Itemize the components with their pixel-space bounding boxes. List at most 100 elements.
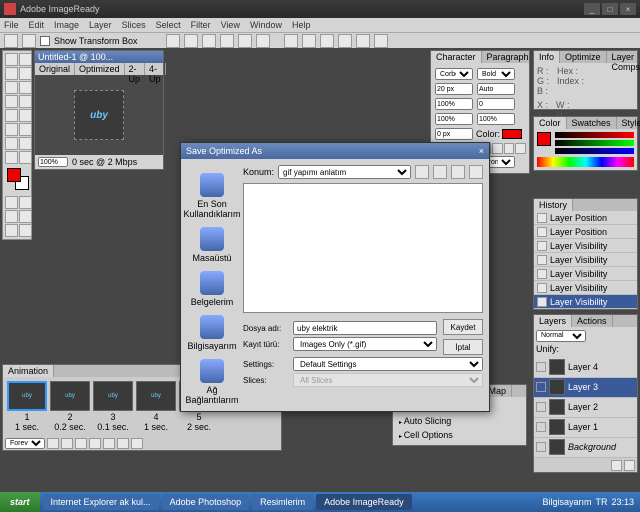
tab-original[interactable]: Original: [35, 63, 75, 75]
menu-edit[interactable]: Edit: [29, 20, 45, 30]
tray-lang[interactable]: TR: [595, 497, 607, 507]
hand-tool[interactable]: [19, 137, 32, 150]
r-slider[interactable]: [555, 132, 634, 138]
layer-row[interactable]: Layer 3: [534, 378, 637, 398]
back-icon[interactable]: [415, 165, 429, 179]
layer-select-icon[interactable]: [22, 34, 36, 48]
pencil-tool[interactable]: [19, 95, 32, 108]
layer-row[interactable]: Background: [534, 438, 637, 458]
eyedropper-tool[interactable]: [5, 137, 18, 150]
loop-select[interactable]: Forever: [5, 438, 45, 449]
history-item[interactable]: Layer Visibility: [534, 281, 637, 295]
underline-icon[interactable]: [504, 143, 515, 154]
crop-tool[interactable]: [19, 151, 32, 164]
slice-select-tool[interactable]: [19, 81, 32, 94]
kerning-input[interactable]: [477, 98, 515, 110]
distribute-icon[interactable]: [302, 34, 316, 48]
place-documents[interactable]: Belgelerim: [191, 271, 234, 307]
frame[interactable]: uby11 sec.: [7, 381, 47, 432]
play-icon[interactable]: [75, 438, 87, 449]
brush-tool[interactable]: [5, 95, 18, 108]
taskbar-item[interactable]: Resimlerim: [252, 494, 313, 510]
section-autoslicing[interactable]: Auto Slicing: [396, 414, 523, 428]
eraser-tool[interactable]: [5, 109, 18, 122]
style-select[interactable]: Bold: [477, 68, 515, 80]
dialog-close-icon[interactable]: ×: [479, 146, 484, 156]
frame[interactable]: uby30.1 sec.: [93, 381, 133, 432]
layer-row[interactable]: Layer 2: [534, 398, 637, 418]
save-button[interactable]: Kaydet: [443, 319, 483, 335]
menu-window[interactable]: Window: [250, 20, 282, 30]
new-folder-icon[interactable]: [451, 165, 465, 179]
tab-info[interactable]: Info: [534, 51, 560, 63]
eye-icon[interactable]: [536, 422, 546, 432]
eye-icon[interactable]: [536, 402, 546, 412]
maximize-button[interactable]: □: [602, 3, 618, 15]
menu-layer[interactable]: Layer: [89, 20, 112, 30]
konum-select[interactable]: gif yapımı anlatım: [278, 165, 411, 179]
view-menu-icon[interactable]: [469, 165, 483, 179]
canvas[interactable]: uby: [35, 75, 163, 155]
move-tool-icon[interactable]: [4, 34, 18, 48]
menu-view[interactable]: View: [221, 20, 240, 30]
preview-icon[interactable]: [19, 196, 32, 209]
wand-tool[interactable]: [19, 67, 32, 80]
delete-layer-icon[interactable]: [624, 460, 635, 471]
place-computer[interactable]: Bilgisayarım: [187, 315, 236, 351]
marquee-tool[interactable]: [5, 53, 18, 66]
taskbar-item[interactable]: Adobe ImageReady: [316, 494, 412, 510]
layer-row[interactable]: Layer 1: [534, 418, 637, 438]
history-item[interactable]: Layer Visibility: [534, 267, 637, 281]
tab-4up[interactable]: 4-Up: [145, 63, 166, 75]
menu-file[interactable]: File: [4, 20, 19, 30]
eye-icon[interactable]: [536, 382, 546, 392]
distribute-icon[interactable]: [374, 34, 388, 48]
b-slider[interactable]: [555, 148, 634, 154]
start-button[interactable]: start: [0, 492, 40, 512]
blend-select[interactable]: Normal: [536, 330, 586, 342]
file-list[interactable]: [243, 183, 483, 313]
layer-row[interactable]: Layer 4: [534, 358, 637, 378]
hscale-input[interactable]: [477, 113, 515, 125]
distribute-icon[interactable]: [356, 34, 370, 48]
jump-icon[interactable]: [19, 224, 32, 237]
section-celloptions[interactable]: Cell Options: [396, 428, 523, 442]
eye-icon[interactable]: [536, 442, 546, 452]
jump-icon[interactable]: [5, 224, 18, 237]
history-item[interactable]: Layer Visibility: [534, 295, 637, 309]
font-select[interactable]: Corbel: [435, 68, 473, 80]
history-item[interactable]: Layer Visibility: [534, 253, 637, 267]
screenmode-icon[interactable]: [19, 210, 32, 223]
type-tool[interactable]: [5, 123, 18, 136]
eye-icon[interactable]: [536, 362, 546, 372]
shape-tool[interactable]: [19, 123, 32, 136]
close-button[interactable]: ×: [620, 3, 636, 15]
align-icon[interactable]: [220, 34, 234, 48]
sub-icon[interactable]: [492, 143, 503, 154]
filetype-select[interactable]: Images Only (*.gif): [293, 337, 437, 351]
tab-character[interactable]: Character: [431, 51, 482, 63]
history-item[interactable]: Layer Visibility: [534, 239, 637, 253]
menu-image[interactable]: Image: [54, 20, 79, 30]
frame[interactable]: uby20.2 sec.: [50, 381, 90, 432]
tab-animation[interactable]: Animation: [3, 365, 54, 377]
size-input[interactable]: [435, 83, 473, 95]
fg-color-swatch[interactable]: [7, 168, 21, 182]
menu-filter[interactable]: Filter: [191, 20, 211, 30]
taskbar-item[interactable]: Adobe Photoshop: [162, 494, 250, 510]
vscale-input[interactable]: [435, 113, 473, 125]
tab-styles[interactable]: Styles: [617, 117, 640, 129]
tab-2up[interactable]: 2-Up: [125, 63, 146, 75]
taskbar-item[interactable]: Internet Explorer ak kul...: [43, 494, 159, 510]
quickmask-icon[interactable]: [5, 210, 18, 223]
tab-history[interactable]: History: [534, 199, 573, 211]
tab-paragraph[interactable]: Paragraph: [482, 51, 535, 63]
delete-frame-icon[interactable]: [131, 438, 143, 449]
place-network[interactable]: Ağ Bağlantılarım: [185, 359, 238, 405]
history-item[interactable]: Layer Position: [534, 211, 637, 225]
g-slider[interactable]: [555, 140, 634, 146]
settings-select[interactable]: Default Settings: [293, 357, 483, 371]
new-layer-icon[interactable]: [611, 460, 622, 471]
preview-icon[interactable]: [5, 196, 18, 209]
align-icon[interactable]: [184, 34, 198, 48]
